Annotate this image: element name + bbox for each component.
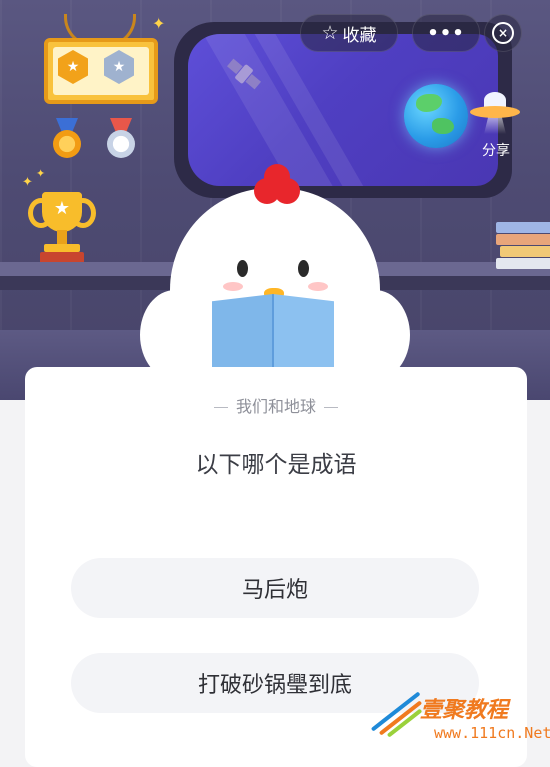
site-watermark: 壹聚教程 www.111cn.Net: [368, 680, 550, 747]
more-button[interactable]: •••: [412, 14, 480, 52]
watermark-title: 壹聚教程: [420, 698, 509, 723]
more-icon: •••: [427, 22, 465, 44]
close-icon: ×: [492, 22, 514, 44]
quiz-category-text: 我们和地球: [235, 397, 316, 416]
answer-option-label: 马后炮: [241, 578, 308, 603]
close-button[interactable]: ×: [484, 14, 522, 52]
silver-medal-icon: [104, 118, 138, 162]
chick-mascot: [140, 160, 410, 400]
trophy-icon: ★: [28, 192, 96, 270]
sparkle-icon: ✦: [22, 175, 33, 190]
sparkle-icon: ✦: [152, 14, 166, 33]
answer-option-1[interactable]: 马后炮: [71, 558, 479, 618]
favorite-label: 收藏: [342, 25, 377, 46]
quiz-category: 我们和地球: [25, 393, 527, 417]
books-icon: [496, 222, 550, 270]
share-button[interactable]: 分享: [474, 140, 518, 160]
watermark-url: www.111cn.Net: [434, 724, 550, 742]
quiz-question: 以下哪个是成语: [195, 452, 357, 478]
sparkle-icon: ✦: [36, 167, 46, 180]
watermark-logo-icon: [368, 680, 428, 738]
share-ufo-icon[interactable]: [470, 92, 520, 134]
gold-medal-icon: [50, 118, 84, 162]
favorite-button[interactable]: ☆ 收藏: [300, 14, 398, 52]
answer-option-label: 打破砂锅璺到底: [197, 673, 352, 698]
chick-comb: [252, 160, 300, 206]
earth-icon: [404, 84, 468, 148]
illustration-scene: ★ ★ ✦ ✦ ✦ ★: [0, 0, 550, 400]
star-icon: ☆: [321, 21, 339, 44]
